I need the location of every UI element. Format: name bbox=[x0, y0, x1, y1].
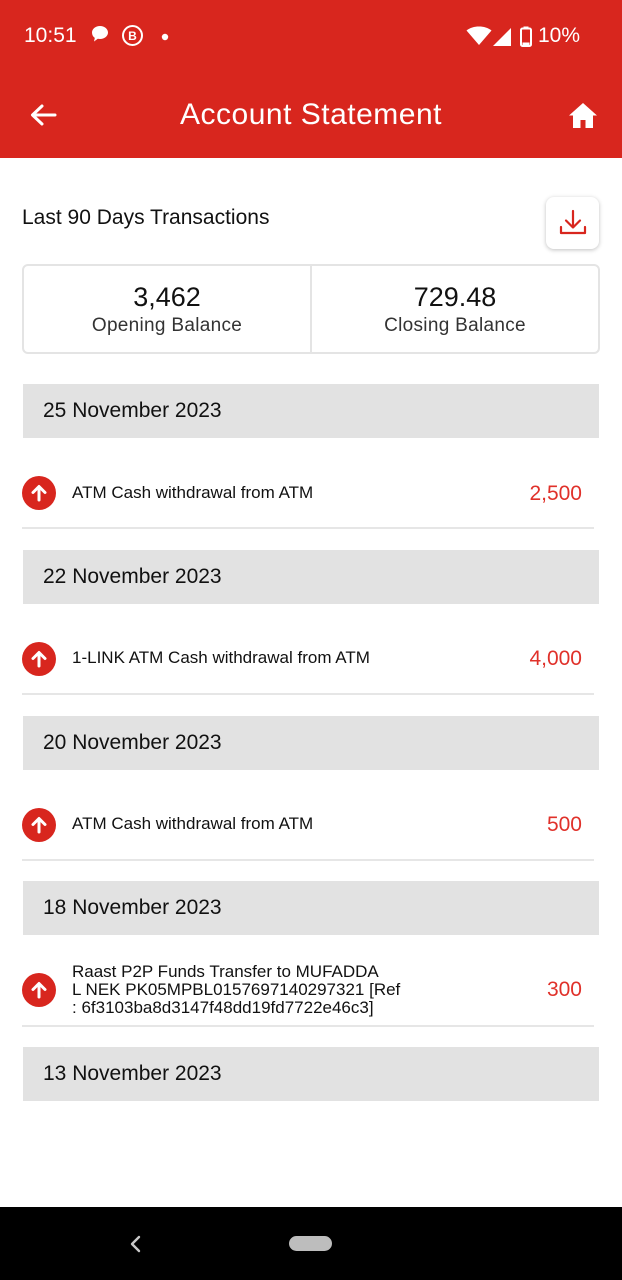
battery-percent: 10% bbox=[537, 24, 580, 47]
closing-balance: 729.48 Closing Balance bbox=[310, 266, 598, 352]
transaction-description: 1-LINK ATM Cash withdrawal from ATM bbox=[72, 648, 370, 667]
arrow-up-circle-icon bbox=[22, 808, 56, 842]
download-button[interactable] bbox=[546, 197, 599, 249]
transaction-row[interactable]: 1-LINK ATM Cash withdrawal from ATM 4,00… bbox=[22, 604, 594, 695]
dot-icon bbox=[161, 33, 169, 41]
home-icon bbox=[569, 102, 597, 128]
transaction-amount: 300 bbox=[546, 978, 582, 1001]
wifi-icon bbox=[466, 26, 492, 46]
transaction-amount: 2,500 bbox=[529, 482, 582, 505]
nav-back-button[interactable] bbox=[124, 1229, 146, 1259]
svg-text:B: B bbox=[128, 29, 137, 43]
download-icon bbox=[559, 209, 586, 235]
transaction-description: ATM Cash withdrawal from ATM bbox=[72, 483, 314, 502]
date-label: 22 November 2023 bbox=[43, 565, 222, 588]
b-circle-icon: B bbox=[121, 24, 144, 47]
date-label: 20 November 2023 bbox=[43, 731, 222, 754]
battery-icon bbox=[520, 26, 532, 47]
section-heading: Last 90 Days Transactions bbox=[22, 206, 270, 229]
closing-balance-value: 729.48 bbox=[413, 281, 497, 312]
date-header: 22 November 2023 bbox=[23, 550, 599, 604]
transaction-row[interactable]: ATM Cash withdrawal from ATM 500 bbox=[22, 770, 594, 861]
opening-balance-value: 3,462 bbox=[133, 281, 201, 312]
transaction-amount: 500 bbox=[546, 813, 582, 836]
date-label: 13 November 2023 bbox=[43, 1062, 222, 1085]
status-bar: 10:51 B 10% bbox=[0, 0, 622, 72]
date-header: 18 November 2023 bbox=[23, 881, 599, 935]
opening-balance-label: Opening Balance bbox=[91, 315, 243, 337]
date-header: 25 November 2023 bbox=[23, 384, 599, 438]
balance-card: 3,462 Opening Balance 729.48 Closing Bal… bbox=[22, 264, 600, 354]
app-bar: Account Statement bbox=[0, 72, 622, 158]
signal-icon bbox=[492, 27, 512, 47]
date-header: 20 November 2023 bbox=[23, 716, 599, 770]
system-nav-bar bbox=[0, 1207, 622, 1280]
transaction-row[interactable]: Raast P2P Funds Transfer to MUFADDA L NE… bbox=[22, 935, 594, 1027]
date-header: 13 November 2023 bbox=[23, 1047, 599, 1101]
transaction-amount: 4,000 bbox=[529, 647, 582, 670]
transaction-row[interactable]: ATM Cash withdrawal from ATM 2,500 bbox=[22, 438, 594, 529]
arrow-up-circle-icon bbox=[22, 476, 56, 510]
status-time: 10:51 bbox=[24, 24, 77, 47]
arrow-up-circle-icon bbox=[22, 973, 56, 1007]
transaction-description: ATM Cash withdrawal from ATM bbox=[72, 814, 314, 833]
home-button[interactable] bbox=[562, 94, 604, 136]
closing-balance-label: Closing Balance bbox=[384, 315, 526, 337]
chat-bubble-icon bbox=[90, 24, 110, 44]
date-label: 25 November 2023 bbox=[43, 399, 222, 422]
date-label: 18 November 2023 bbox=[43, 896, 222, 919]
arrow-up-circle-icon bbox=[22, 642, 56, 676]
transaction-description: Raast P2P Funds Transfer to MUFADDA L NE… bbox=[72, 962, 401, 1017]
nav-home-pill[interactable] bbox=[289, 1236, 332, 1251]
opening-balance: 3,462 Opening Balance bbox=[24, 266, 310, 352]
page-title: Account Statement bbox=[180, 98, 442, 131]
chevron-left-icon bbox=[130, 1235, 141, 1253]
